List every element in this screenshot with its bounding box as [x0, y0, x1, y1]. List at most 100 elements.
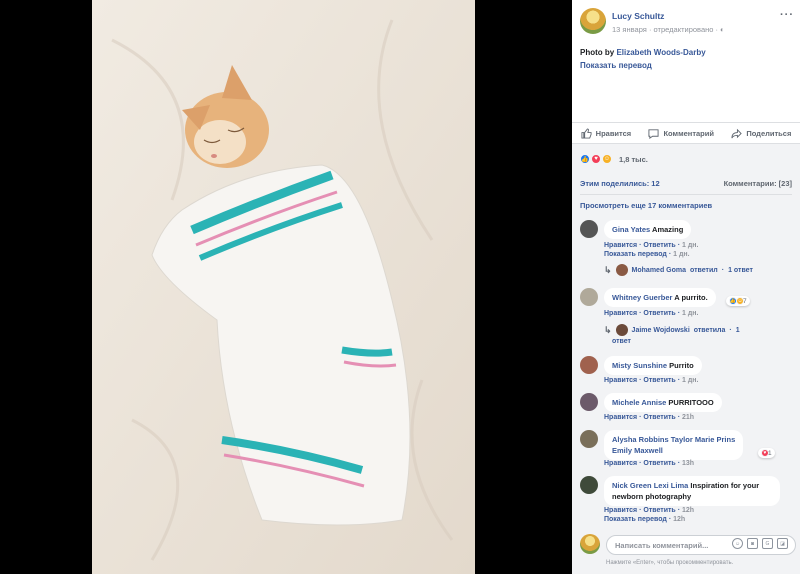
comment-time[interactable]: 1 дн.: [682, 377, 698, 384]
post-photo[interactable]: [92, 0, 475, 574]
composer-hint: Нажмите «Enter», чтобы прокомментировать…: [606, 560, 734, 566]
comment-reply-link[interactable]: Ответить: [643, 507, 675, 514]
more-options-icon[interactable]: ···: [780, 9, 794, 21]
comment-reply-link[interactable]: Ответить: [643, 460, 675, 467]
commenter-name[interactable]: Misty Sunshine: [612, 361, 667, 370]
comment-time[interactable]: 1 дн.: [682, 242, 698, 249]
comment-like-link[interactable]: Нравится: [604, 507, 637, 514]
tagged-user[interactable]: Lexi Lima: [654, 481, 689, 490]
commenter-avatar[interactable]: [580, 356, 598, 374]
post-stats: Этим поделились: 12 Комментарии: [23]: [580, 179, 792, 188]
comment-reply-link[interactable]: Ответить: [643, 310, 675, 317]
comment-text: A purrito.: [674, 293, 708, 302]
comment-time[interactable]: 12h: [682, 507, 694, 514]
commenter-avatar[interactable]: [580, 288, 598, 306]
comments-count-link[interactable]: Комментарии: [23]: [724, 179, 792, 188]
comment-button[interactable]: Комментарий: [648, 128, 714, 139]
replies-link[interactable]: ↳ Mohamed Goma ответил · 1 ответ: [604, 264, 753, 276]
post-meta: 13 января · отредактировано · ◐: [612, 25, 725, 34]
commenter-avatar[interactable]: [580, 220, 598, 238]
thumbs-up-icon: [581, 127, 592, 139]
comment-translate-link[interactable]: Показать перевод: [604, 251, 667, 258]
love-reaction-icon: ♥: [591, 154, 601, 164]
tagged-user[interactable]: Emily Maxwell: [612, 446, 663, 455]
emoji-icon[interactable]: ☺: [732, 538, 743, 549]
comment-reaction-count: 7: [743, 297, 747, 305]
commenter-avatar[interactable]: [580, 476, 598, 494]
tagged-user[interactable]: Taylor Marie Prins: [671, 435, 735, 444]
reply-author: Mohamed Goma: [631, 266, 686, 274]
comment-actions: Нравится · Ответить · 1 дн.: [604, 377, 699, 384]
share-button[interactable]: Поделиться: [731, 128, 791, 139]
commenter-name[interactable]: Whitney Guerber: [612, 293, 672, 302]
comment-bubble: Nick Green Lexi Lima Inspiration for you…: [604, 476, 780, 506]
reply-author: Jaime Wojdowski: [631, 326, 690, 334]
shares-count-link[interactable]: Этим поделились: 12: [580, 179, 660, 188]
show-translation-link[interactable]: Показать перевод: [580, 61, 652, 70]
comment-actions: Нравится · Ответить · 1 дн.: [604, 242, 699, 249]
comment-reply-link[interactable]: Ответить: [643, 242, 675, 249]
view-more-comments-link[interactable]: Просмотреть еще 17 комментариев: [580, 201, 712, 210]
comment-time[interactable]: 1 дн.: [682, 310, 698, 317]
comment-actions: Нравится · Ответить · 13h: [604, 460, 695, 467]
globe-icon: ◐: [720, 25, 725, 34]
comment-time[interactable]: 13h: [682, 460, 694, 467]
commenter-avatar[interactable]: [580, 430, 598, 448]
like-button[interactable]: Нравится: [581, 127, 631, 139]
commenter-name[interactable]: Gina Yates: [612, 225, 650, 234]
reactions-summary[interactable]: 👍 ♥ ☺ 1,8 тыс.: [580, 154, 648, 164]
comment-time[interactable]: 21h: [682, 414, 694, 421]
replies-link[interactable]: ↳ Jaime Wojdowski ответила · 1: [604, 324, 740, 336]
comment-like-link[interactable]: Нравится: [604, 310, 637, 317]
comment-translate-link[interactable]: Показать перевод: [604, 516, 667, 523]
caption-prefix: Photo by: [580, 48, 615, 57]
author-avatar[interactable]: [580, 8, 606, 34]
photo-viewer: [0, 0, 572, 574]
commenter-avatar[interactable]: [580, 393, 598, 411]
comment-like-link[interactable]: Нравится: [604, 414, 637, 421]
comment-translate-time: 12h: [673, 516, 686, 523]
comment-like-link[interactable]: Нравится: [604, 460, 637, 467]
comment-reply-link[interactable]: Ответить: [643, 377, 675, 384]
gif-icon[interactable]: G: [762, 538, 773, 549]
composer-tools: ☺ ◙ G ◪: [732, 538, 788, 549]
camera-icon[interactable]: ◙: [747, 538, 758, 549]
reply-author-avatar: [615, 324, 628, 336]
post-actions-bar: Нравится Комментарий Поделиться: [572, 122, 800, 144]
sticker-icon[interactable]: ◪: [777, 538, 788, 549]
comment-text: Purrito: [669, 361, 694, 370]
kitten-in-blanket-image: [92, 0, 475, 574]
commenter-name[interactable]: Michele Annise: [612, 398, 666, 407]
reply-arrow-icon: ↳: [604, 264, 612, 275]
edited-label[interactable]: отредактировано: [654, 25, 714, 34]
comment-reply-link[interactable]: Ответить: [643, 414, 675, 421]
comment-like-link[interactable]: Нравится: [604, 377, 637, 384]
comment-translate-time: 1 дн.: [673, 251, 690, 258]
reply-count-wrap[interactable]: ответ: [612, 338, 631, 345]
reply-count: 1 ответ: [728, 266, 753, 274]
comment-bubble: Misty Sunshine Purrito: [604, 356, 702, 375]
comment-reaction-count: 1: [768, 449, 772, 457]
like-reaction-icon: 👍: [580, 154, 590, 164]
comment-actions: Нравится · Ответить · 21h: [604, 414, 695, 421]
comment-reactions-badge[interactable]: 👍 ☺ 7: [726, 296, 750, 306]
divider: [580, 194, 792, 195]
haha-reaction-icon: ☺: [602, 154, 612, 164]
author-name[interactable]: Lucy Schultz: [612, 11, 664, 21]
current-user-avatar: [580, 534, 600, 554]
comment-actions: Нравится · Ответить · 12h: [604, 507, 695, 514]
commenter-name[interactable]: Alysha Robbins: [612, 435, 669, 444]
post-date[interactable]: 13 января: [612, 25, 647, 34]
comment-label: Комментарий: [663, 128, 714, 138]
comment-bubble: Whitney Guerber A purrito.: [604, 288, 716, 307]
photographer-link[interactable]: Elizabeth Woods-Darby: [616, 48, 705, 57]
reply-verb: ответила: [693, 326, 726, 334]
comment-reactions-badge[interactable]: ♥ 1: [758, 448, 775, 458]
commenter-name[interactable]: Nick Green: [612, 481, 652, 490]
share-label: Поделиться: [746, 128, 792, 138]
reply-arrow-icon: ↳: [604, 324, 612, 335]
comment-icon: [648, 128, 660, 139]
comment-text: PURRITOOO: [668, 398, 714, 407]
comment-like-link[interactable]: Нравится: [604, 242, 637, 249]
post-side-panel: Lucy Schultz 13 января · отредактировано…: [572, 0, 800, 574]
